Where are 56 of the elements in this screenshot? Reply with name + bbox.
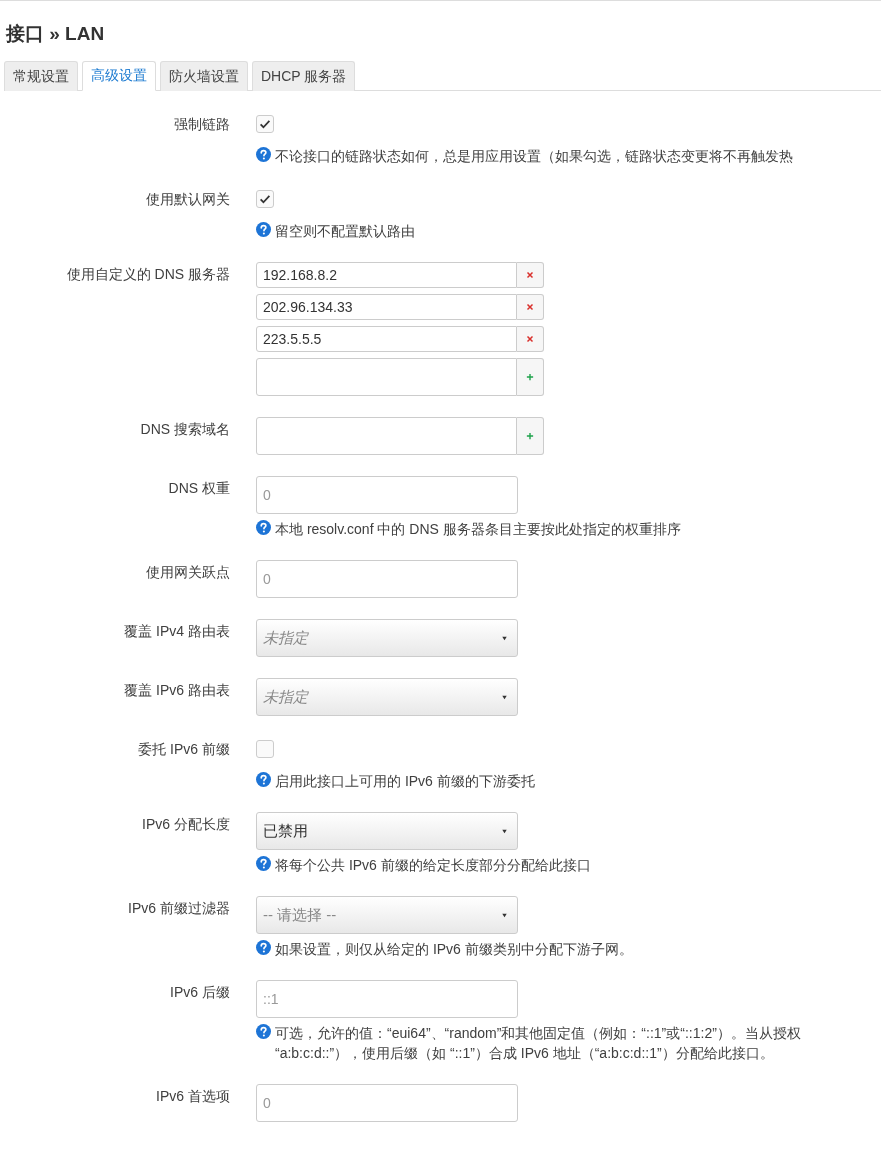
field-label: 使用默认网关	[145, 190, 230, 209]
field-label: IPv6 后缀	[169, 983, 230, 1002]
help-icon	[256, 772, 271, 787]
help-text: 留空则不配置默认路由	[275, 222, 415, 241]
field-label: 覆盖 IPv4 路由表	[123, 622, 230, 641]
plus-icon	[525, 372, 535, 382]
field-label: IPv6 首选项	[155, 1087, 230, 1106]
help-icon	[256, 940, 271, 955]
field-label: IPv6 分配长度	[141, 815, 230, 834]
tab[interactable]: 防火墙设置	[160, 61, 248, 91]
input-field[interactable]: ::1	[256, 980, 518, 1018]
help-icon	[256, 147, 271, 162]
field-label: 委托 IPv6 前缀	[137, 740, 230, 759]
input-field[interactable]: 0	[256, 560, 518, 598]
tab[interactable]: 常规设置	[4, 61, 78, 91]
input-field[interactable]: 192.168.8.2	[256, 262, 517, 288]
input-field[interactable]: 202.96.134.33	[256, 294, 517, 320]
help-text: “a:b:c:d::”），使用后缀（如 “::1”）合成 IPv6 地址（“a:b:c:d::1”）分配给此接口。	[275, 1044, 775, 1063]
tab[interactable]: 高级设置	[82, 61, 156, 91]
help-icon	[256, 520, 271, 535]
help-text: 如果设置，则仅从给定的 IPv6 前缀类别中分配下游子网。	[275, 940, 633, 959]
field-label: DNS 权重	[167, 479, 230, 498]
help-icon	[256, 856, 271, 871]
add-button[interactable]	[517, 417, 544, 455]
field-label: 强制链路	[173, 115, 230, 134]
help-text: 启用此接口上可用的 IPv6 前缀的下游委托	[275, 772, 535, 791]
help-icon	[256, 222, 271, 237]
select-dropdown[interactable]: 已禁用	[256, 812, 518, 850]
input-field[interactable]	[256, 417, 517, 455]
input-field[interactable]	[256, 358, 517, 396]
input-field[interactable]: 223.5.5.5	[256, 326, 517, 352]
tab[interactable]: DHCP 服务器	[252, 61, 356, 91]
field-label: 使用网关跃点	[145, 563, 230, 582]
help-icon	[256, 1024, 271, 1039]
close-icon	[525, 334, 535, 344]
remove-button[interactable]	[517, 326, 544, 352]
input-field[interactable]: 0	[256, 1084, 518, 1122]
field-label: 使用自定义的 DNS 服务器	[65, 265, 230, 284]
page-title: 接口 » LAN	[6, 22, 106, 46]
add-button[interactable]	[517, 358, 544, 396]
help-text: 本地 resolv.conf 中的 DNS 服务器条目主要按此处指定的权重排序	[275, 520, 681, 539]
help-text: 将每个公共 IPv6 前缀的给定长度部分分配给此接口	[275, 856, 591, 875]
plus-icon	[525, 431, 535, 441]
remove-button[interactable]	[517, 294, 544, 320]
remove-button[interactable]	[517, 262, 544, 288]
field-label: 覆盖 IPv6 路由表	[123, 681, 230, 700]
checkbox[interactable]	[256, 740, 274, 758]
help-text: 不论接口的链路状态如何，总是用应用设置（如果勾选，链路状态变更将不再触发热	[275, 147, 793, 166]
input-field[interactable]: 0	[256, 476, 518, 514]
close-icon	[525, 302, 535, 312]
close-icon	[525, 270, 535, 280]
help-text: 可选，允许的值：“eui64”、“random”和其他固定值（例如：“::1”或“::1:2”）。当从授权	[275, 1024, 801, 1043]
checkbox[interactable]	[256, 115, 274, 133]
field-label: IPv6 前缀过滤器	[127, 899, 230, 918]
field-label: DNS 搜索域名	[139, 420, 230, 439]
checkbox[interactable]	[256, 190, 274, 208]
